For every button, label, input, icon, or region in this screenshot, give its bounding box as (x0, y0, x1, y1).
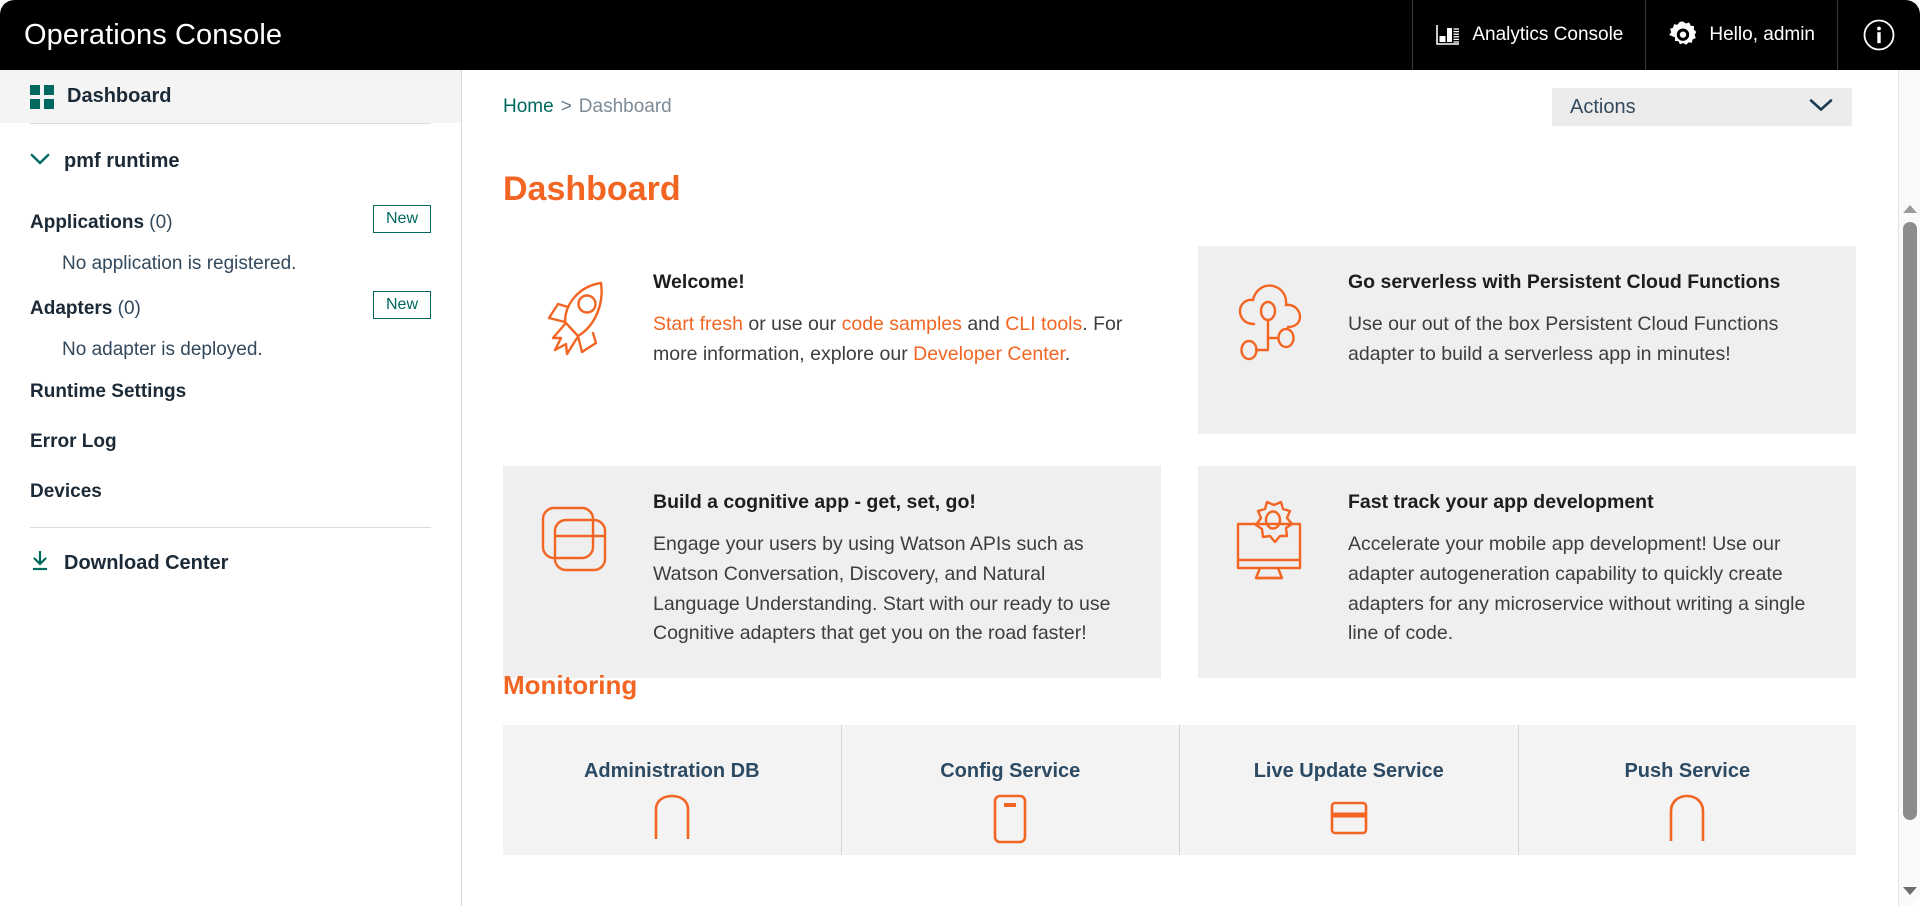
sidebar-section-adapters[interactable]: Adapters (0) New (0, 289, 461, 329)
welcome-card-text: Start fresh or use our code samples and … (653, 310, 1133, 369)
cognitive-card-text: Engage your users by using Watson APIs s… (653, 533, 1111, 645)
user-menu-button[interactable]: Hello, admin (1645, 0, 1837, 70)
cognitive-card-heading: Build a cognitive app - get, set, go! (653, 491, 976, 513)
fasttrack-card-text: Accelerate your mobile app development! … (1348, 533, 1806, 645)
analytics-console-button[interactable]: Analytics Console (1412, 0, 1645, 70)
welcome-card-body: Welcome! Start fresh or use our code sam… (653, 270, 1133, 410)
welcome-link-6[interactable]: Developer Center (913, 343, 1065, 365)
monitoring-cell-push-service[interactable]: Push Service (1519, 725, 1857, 855)
cloud-function-icon (1226, 270, 1322, 410)
page-title: Dashboard (503, 170, 681, 208)
welcome-link-0[interactable]: Start fresh (653, 313, 743, 335)
adapters-count: (0) (117, 298, 141, 319)
breadcrumb-separator: > (560, 96, 572, 117)
welcome-card-heading: Welcome! (653, 271, 745, 293)
rocket-icon (531, 270, 627, 410)
runtime-group-toggle[interactable]: pmf runtime (0, 124, 461, 195)
scrollbar-thumb[interactable] (1903, 222, 1917, 820)
config-icon (993, 794, 1027, 844)
sidebar-item-dashboard[interactable]: Dashboard (0, 70, 461, 123)
monitoring-cell-administration-db[interactable]: Administration DB (503, 725, 842, 855)
monitoring-label: Live Update Service (1253, 760, 1444, 782)
applications-count: (0) (149, 212, 173, 233)
info-button[interactable] (1837, 0, 1920, 70)
welcome-link-2[interactable]: code samples (842, 313, 962, 335)
breadcrumb: Home > Dashboard (503, 96, 672, 118)
actions-label: Actions (1570, 95, 1636, 118)
breadcrumb-current: Dashboard (578, 96, 672, 117)
scroll-up-arrow[interactable] (1899, 198, 1920, 220)
serverless-card-text: Use our out of the box Persistent Cloud … (1348, 313, 1779, 365)
user-greeting-label: Hello, admin (1709, 24, 1815, 45)
welcome-text-3: and (961, 313, 1006, 336)
serverless-card-body: Go serverless with Persistent Cloud Func… (1348, 270, 1828, 410)
download-icon (30, 550, 50, 577)
fasttrack-card: Fast track your app development Accelera… (1198, 466, 1856, 678)
analytics-console-label: Analytics Console (1472, 24, 1624, 45)
monitoring-panel: Administration DB Config Service Live Up… (503, 725, 1856, 855)
adapters-label: Adapters (30, 298, 113, 319)
database-icon (654, 794, 690, 839)
serverless-card: Go serverless with Persistent Cloud Func… (1198, 246, 1856, 434)
main-content: Home > Dashboard Actions Dashboard Welco… (463, 70, 1900, 906)
app-brand-title: Operations Console (24, 18, 283, 51)
fasttrack-card-body: Fast track your app development Accelera… (1348, 490, 1828, 654)
adapters-empty-text: No adapter is deployed. (62, 339, 263, 360)
new-adapter-button[interactable]: New (372, 291, 431, 319)
chevron-down-icon (1808, 96, 1834, 119)
runtime-name-label: pmf runtime (64, 150, 180, 172)
monitoring-label: Push Service (1624, 760, 1751, 782)
liveupdate-icon (1330, 801, 1368, 835)
dashboard-grid-icon (30, 84, 54, 109)
breadcrumb-home-link[interactable]: Home (503, 96, 554, 117)
bar-chart-icon (1435, 23, 1461, 47)
welcome-text-7: . (1064, 343, 1071, 365)
monitoring-cell-live-update-service[interactable]: Live Update Service (1180, 725, 1519, 855)
sidebar-section-applications[interactable]: Applications (0) New (0, 203, 461, 243)
monitoring-section-title: Monitoring (503, 670, 638, 700)
monitoring-label: Config Service (940, 760, 1081, 782)
welcome-link-4[interactable]: CLI tools (1005, 313, 1082, 335)
sidebar-item-runtime-settings[interactable]: Runtime Settings (0, 367, 461, 417)
welcome-card: Welcome! Start fresh or use our code sam… (503, 246, 1161, 434)
monitor-gear-icon (1226, 490, 1322, 654)
sidebar: Dashboard pmf runtime Applications (0) N… (0, 70, 462, 906)
sidebar-item-download-center[interactable]: Download Center (0, 528, 461, 577)
app-header: Operations Console Analytics Console Hel… (0, 0, 1920, 70)
applications-empty-text: No application is registered. (62, 253, 297, 274)
actions-dropdown[interactable]: Actions (1552, 88, 1852, 126)
gear-icon (1668, 20, 1698, 50)
sidebar-dashboard-label: Dashboard (67, 85, 172, 107)
info-icon (1862, 18, 1896, 52)
monitoring-label: Administration DB (583, 760, 760, 782)
vertical-scrollbar[interactable] (1898, 70, 1920, 906)
cognitive-card: Build a cognitive app - get, set, go! En… (503, 466, 1161, 678)
download-center-label: Download Center (64, 552, 229, 574)
monitoring-cell-config-service[interactable]: Config Service (842, 725, 1180, 855)
push-icon (1669, 794, 1705, 841)
cognitive-card-body: Build a cognitive app - get, set, go! En… (653, 490, 1133, 654)
sidebar-item-devices[interactable]: Devices (0, 467, 461, 517)
info-cards-grid: Welcome! Start fresh or use our code sam… (503, 246, 1856, 678)
operations-console-window: Operations Console Analytics Console Hel… (0, 0, 1920, 906)
new-application-button[interactable]: New (372, 205, 431, 233)
fasttrack-card-heading: Fast track your app development (1348, 491, 1654, 513)
welcome-text-1: or use our (742, 313, 842, 336)
scroll-down-arrow[interactable] (1899, 880, 1920, 902)
chevron-down-icon (30, 153, 50, 171)
stacked-cards-icon (531, 490, 627, 654)
sidebar-item-error-log[interactable]: Error Log (0, 417, 461, 467)
applications-label: Applications (30, 212, 145, 233)
serverless-card-heading: Go serverless with Persistent Cloud Func… (1348, 271, 1781, 293)
